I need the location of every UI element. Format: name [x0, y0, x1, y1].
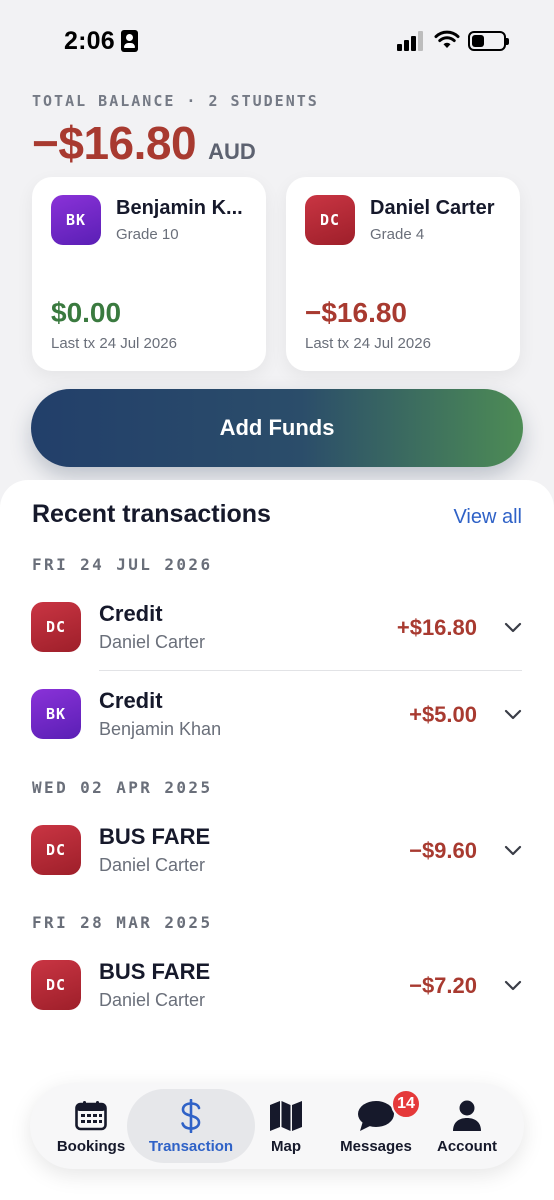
student-grade: Grade 4	[370, 226, 425, 243]
student-card-daniel[interactable]: DC Daniel Carter Grade 4 −$16.80 Last tx…	[286, 177, 520, 371]
divider	[99, 670, 522, 671]
student-card-benjamin[interactable]: BK Benjamin K... Grade 10 $0.00 Last tx …	[32, 177, 266, 371]
chevron-down-icon[interactable]	[504, 707, 522, 721]
id-badge-icon	[121, 30, 138, 52]
student-last-transaction: Last tx 24 Jul 2026	[305, 335, 431, 352]
student-balance: −$16.80	[305, 297, 407, 328]
student-grade: Grade 10	[116, 226, 179, 243]
avatar: DC	[31, 960, 81, 1010]
avatar: BK	[31, 689, 81, 739]
view-all-link[interactable]: View all	[453, 506, 522, 529]
transaction-student: Daniel Carter	[99, 632, 206, 652]
add-funds-button[interactable]: Add Funds	[31, 389, 523, 467]
signal-icon	[397, 31, 425, 51]
tab-label: Transaction	[148, 1138, 234, 1155]
tab-account[interactable]: Account	[430, 1083, 504, 1169]
status-time: 2:06	[64, 27, 115, 55]
transaction-amount: +$5.00	[409, 702, 477, 727]
total-balance-amount: −$16.80	[32, 117, 197, 169]
tab-messages[interactable]: Messages 14	[330, 1083, 422, 1169]
student-last-transaction: Last tx 24 Jul 2026	[51, 335, 177, 352]
section-title: Recent transactions	[32, 500, 271, 528]
status-bar: 2:06	[0, 0, 554, 80]
total-balance-currency: AUD	[208, 139, 256, 164]
map-icon	[269, 1099, 303, 1133]
dollar-icon	[179, 1099, 203, 1133]
transaction-amount: −$7.20	[409, 973, 477, 998]
student-name: Daniel Carter	[370, 197, 495, 219]
date-header: FRI 28 MAR 2025	[32, 913, 213, 932]
transaction-amount: +$16.80	[396, 615, 477, 640]
chevron-down-icon[interactable]	[504, 620, 522, 634]
date-header: FRI 24 JUL 2026	[32, 555, 213, 574]
chat-bubble-icon	[357, 1099, 395, 1133]
calendar-icon	[75, 1099, 107, 1133]
chevron-down-icon[interactable]	[504, 843, 522, 857]
transaction-title: Credit	[99, 688, 163, 713]
tab-label: Map	[271, 1138, 301, 1155]
date-header: WED 02 APR 2025	[32, 778, 213, 797]
student-name: Benjamin K...	[116, 197, 243, 219]
tab-transaction[interactable]: Transaction	[131, 1083, 251, 1169]
tab-label: Messages	[340, 1138, 412, 1155]
transaction-title: Credit	[99, 601, 163, 626]
transaction-title: BUS FARE	[99, 824, 211, 849]
chevron-down-icon[interactable]	[504, 978, 522, 992]
wifi-icon	[434, 30, 460, 55]
transaction-amount: −$9.60	[409, 838, 477, 863]
tab-map[interactable]: Map	[256, 1083, 316, 1169]
total-balance: −$16.80 AUD	[32, 116, 256, 170]
transaction-row[interactable]: DC BUS FARE Daniel Carter −$9.60	[0, 810, 554, 890]
transaction-student: Benjamin Khan	[99, 719, 222, 739]
unread-badge: 14	[391, 1089, 421, 1119]
total-balance-label: TOTAL BALANCE · 2 STUDENTS	[32, 92, 319, 110]
tab-label: Account	[437, 1138, 497, 1155]
transaction-row[interactable]: DC BUS FARE Daniel Carter −$7.20	[0, 945, 554, 1025]
person-icon	[452, 1099, 482, 1133]
avatar: DC	[305, 195, 355, 245]
transaction-row[interactable]: BK Credit Benjamin Khan +$5.00	[0, 674, 554, 754]
transaction-title: BUS FARE	[99, 959, 211, 984]
battery-icon	[468, 31, 509, 51]
transaction-row[interactable]: DC Credit Daniel Carter +$16.80	[0, 587, 554, 667]
transaction-student: Daniel Carter	[99, 855, 206, 875]
student-balance: $0.00	[51, 297, 122, 328]
tab-bookings[interactable]: Bookings	[50, 1083, 132, 1169]
transaction-student: Daniel Carter	[99, 990, 206, 1010]
avatar: BK	[51, 195, 101, 245]
avatar: DC	[31, 602, 81, 652]
tab-bar: Bookings Transaction Map Messages 14 Acc…	[30, 1083, 524, 1169]
tab-label: Bookings	[56, 1138, 126, 1155]
avatar: DC	[31, 825, 81, 875]
